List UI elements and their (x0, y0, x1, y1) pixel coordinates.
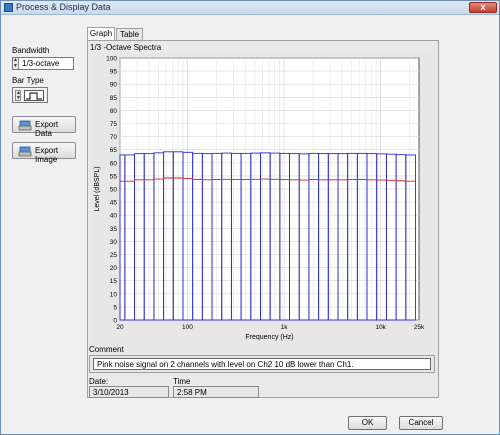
x-axis-label: Frequency (Hz) (245, 334, 293, 341)
export-data-button[interactable]: Export Data (12, 116, 76, 138)
y-tick-label: 100 (106, 56, 117, 63)
close-button[interactable]: x (469, 2, 497, 13)
y-tick-label: 60 (110, 160, 118, 167)
date-field: 3/10/2013 (89, 386, 169, 398)
client-area: Bandwidth ▲ ▼ 1/3-octave Bar Type ▲ ▼ Ex… (1, 15, 499, 434)
y-tick-label: 50 (110, 187, 118, 194)
bandwidth-spinner[interactable]: ▲ ▼ (13, 58, 19, 69)
time-field: 2:58 PM (173, 386, 259, 398)
dialog-window: Process & Display Data x Bandwidth ▲ ▼ 1… (0, 0, 500, 435)
x-tick-label: 1k (281, 324, 289, 331)
y-tick-label: 35 (110, 226, 118, 233)
y-tick-label: 75 (110, 121, 118, 128)
y-tick-label: 70 (110, 134, 118, 141)
ok-button[interactable]: OK (348, 416, 387, 430)
tab-table[interactable]: Table (116, 28, 143, 40)
y-axis-label: Level (dBSPL) (94, 166, 101, 211)
export-image-icon (18, 146, 32, 157)
spin-down-icon[interactable]: ▼ (13, 64, 18, 69)
comment-label: Comment (89, 345, 124, 354)
graph-caption: 1/3 -Octave Spectra (90, 43, 162, 52)
bar-type-spinner[interactable]: ▲ ▼ (15, 90, 21, 101)
bandwidth-value: 1/3-octave (22, 59, 60, 68)
tab-graph[interactable]: Graph (87, 27, 115, 41)
export-image-label: Export Image (35, 146, 59, 164)
y-tick-label: 15 (110, 278, 118, 285)
export-image-button[interactable]: Export Image (12, 142, 76, 164)
y-tick-label: 90 (110, 82, 118, 89)
cancel-button[interactable]: Cancel (399, 416, 443, 430)
y-tick-label: 95 (110, 69, 118, 76)
y-tick-label: 40 (110, 213, 118, 220)
x-tick-label: 100 (182, 324, 193, 331)
spectra-chart: 0 5 10 15 20 25 30 35 40 45 50 55 60 65 70 75 80 85 90 95 10… (90, 53, 433, 355)
spin-down-icon[interactable]: ▼ (16, 96, 21, 101)
x-tick-label: 25k (414, 324, 425, 331)
title-bar[interactable]: Process & Display Data x (1, 1, 499, 15)
y-tick-label: 10 (110, 291, 118, 298)
x-tick-label: 10k (375, 324, 386, 331)
spectra-chart-svg: 0510152025303540455055606570758085909510… (94, 56, 425, 342)
window-title: Process & Display Data (16, 2, 111, 12)
x-tick-label: 20 (116, 324, 124, 331)
export-data-icon (18, 120, 32, 131)
y-tick-label: 25 (110, 252, 118, 259)
date-label: Date: (89, 377, 109, 386)
bar-type-icon (24, 90, 44, 101)
y-tick-label: 20 (110, 265, 118, 272)
y-tick-label: 85 (110, 95, 118, 102)
y-tick-label: 80 (110, 108, 118, 115)
comment-field[interactable]: Pink noise signal on 2 channels with lev… (93, 358, 431, 370)
y-tick-label: 45 (110, 200, 118, 207)
bar-type-selector[interactable]: ▲ ▼ (12, 87, 48, 103)
y-tick-label: 5 (113, 304, 117, 311)
comment-frame: Pink noise signal on 2 channels with lev… (89, 355, 435, 373)
y-tick-label: 55 (110, 173, 118, 180)
time-label: Time (173, 377, 191, 386)
bandwidth-selector[interactable]: ▲ ▼ 1/3-octave (12, 57, 74, 70)
y-tick-label: 65 (110, 147, 118, 154)
y-tick-label: 30 (110, 239, 118, 246)
bar-type-label: Bar Type (12, 76, 44, 85)
export-data-label: Export Data (35, 120, 59, 138)
app-icon (4, 3, 13, 12)
bandwidth-label: Bandwidth (12, 46, 50, 55)
